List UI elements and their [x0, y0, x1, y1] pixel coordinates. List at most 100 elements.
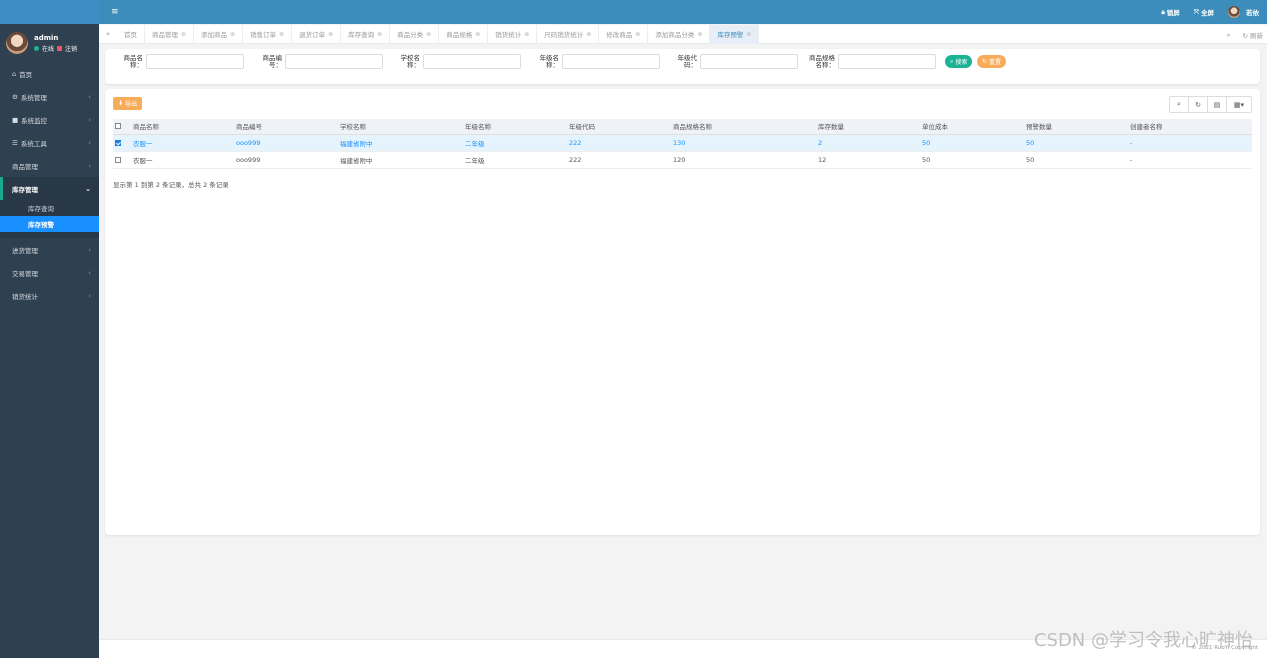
tab-sales-stats[interactable]: 销货统计 ⊗	[488, 24, 538, 44]
close-icon[interactable]: ⊗	[230, 31, 235, 38]
grade-name-input[interactable]	[562, 54, 660, 69]
close-icon[interactable]: ⊗	[377, 31, 382, 38]
sidebar-item-sales-stats[interactable]: 销货统计 ‹	[0, 284, 99, 307]
download-icon: ⬇	[118, 100, 124, 107]
sidebar-item-monitor[interactable]: ■ 系统监控 ‹	[0, 108, 99, 131]
chevron-left-icon: ‹	[88, 291, 91, 300]
sidebar-subitem-stock-query[interactable]: 库存查询	[0, 200, 99, 216]
column-header[interactable]: 商品规格名称	[671, 119, 816, 135]
school-name-input[interactable]	[423, 54, 521, 69]
menu-toggle-icon[interactable]: ≡	[111, 7, 119, 17]
close-icon[interactable]: ⊗	[635, 31, 640, 38]
row-select-cell[interactable]	[113, 151, 131, 169]
tab-return-order[interactable]: 退货订单 ⊗	[292, 24, 342, 44]
row-select-cell[interactable]	[113, 134, 131, 152]
tabs-scroll-left-icon[interactable]: «	[99, 30, 117, 38]
sidebar-item-inventory[interactable]: 库存管理 ⌄	[0, 177, 99, 200]
search-form: 商品名称： 商品编号： 学校名称： 年级名称： 年级代码： 商品规格名称： ⌕ 搜…	[105, 49, 1260, 84]
goods-code-input[interactable]	[285, 54, 383, 69]
export-button[interactable]: ⬇ 导出	[113, 97, 143, 110]
tab-label: 库存查询	[348, 31, 375, 39]
sidebar-logo-area	[0, 0, 99, 24]
home-icon: ⌂	[12, 69, 17, 78]
column-header[interactable]: 库存数量	[816, 119, 920, 135]
lock-screen-button[interactable]: 🔒︎ 锁屏	[1161, 7, 1179, 18]
sidebar-item-goods[interactable]: 商品管理 ‹	[0, 154, 99, 177]
tab-stock-warning[interactable]: 库存预警 ⊗	[710, 24, 760, 44]
tab-label: 销货统计	[495, 31, 522, 39]
sidebar-item-trade[interactable]: 交易管理 ‹	[0, 261, 99, 284]
column-header[interactable]: 预警数量	[1024, 119, 1128, 135]
column-header[interactable]: 年级代码	[567, 119, 671, 135]
chevron-down-icon: ⌄	[85, 184, 91, 193]
toggle-view-button[interactable]: ▤	[1208, 97, 1227, 112]
row-checkbox[interactable]	[115, 156, 121, 163]
avatar[interactable]	[6, 32, 28, 54]
row-checkbox[interactable]	[115, 139, 121, 146]
refresh-icon: ↻	[1242, 31, 1248, 40]
user-menu[interactable]: 若依	[1228, 6, 1259, 18]
tab-sales-order[interactable]: 销售订单 ⊗	[243, 24, 293, 44]
gear-icon: ⚙	[12, 92, 18, 101]
tab-add-goods[interactable]: 添加商品 ⊗	[194, 24, 244, 44]
table-cell: 12	[816, 151, 920, 169]
search-toggle-button[interactable]: ⌕	[1170, 97, 1189, 112]
reset-button[interactable]: ↻ 重置	[977, 55, 1007, 68]
column-header[interactable]: 商品名称	[131, 119, 234, 135]
sidebar-item-tools[interactable]: ☰ 系统工具 ‹	[0, 131, 99, 154]
sidebar-subitem-stock-warning[interactable]: 库存预警	[0, 216, 99, 232]
columns-dropdown-button[interactable]: ▦▾	[1227, 97, 1251, 112]
tab-label: 商品管理	[152, 31, 178, 39]
close-icon[interactable]: ⊗	[279, 31, 284, 38]
user-name: admin	[34, 33, 59, 42]
close-icon[interactable]: ⊗	[328, 31, 333, 38]
sidebar-item-label: 首页	[19, 70, 33, 79]
goods-name-input[interactable]	[146, 54, 244, 69]
avatar	[1228, 6, 1240, 18]
tab-goods-spec[interactable]: 商品规格 ⊗	[439, 24, 489, 44]
sidebar-item-system[interactable]: ⚙ 系统管理 ‹	[0, 85, 99, 108]
tab-label: 商品规格	[446, 31, 473, 39]
tab-size-sales-stats[interactable]: 尺码销货统计 ⊗	[537, 24, 600, 44]
tab-goods-category[interactable]: 商品分类 ⊗	[390, 24, 440, 44]
column-header[interactable]: 年级名称	[463, 119, 567, 135]
tab-goods-manage[interactable]: 商品管理 ⊗	[145, 24, 195, 44]
search-button[interactable]: ⌕ 搜索	[945, 55, 973, 68]
refresh-tab-button[interactable]: ↻ 刷新	[1242, 30, 1263, 40]
user-status: 在线 注销	[34, 44, 77, 53]
refresh-table-button[interactable]: ↻	[1189, 97, 1208, 112]
refresh-icon: ↻	[982, 58, 988, 65]
table-row[interactable]: 衣服一 ooo999 福建省附中 二年级 222 130 2 50 50 -	[113, 134, 1252, 152]
grade-code-input[interactable]	[700, 54, 798, 69]
online-label: 在线	[42, 45, 55, 53]
close-icon[interactable]: ⊗	[697, 31, 702, 38]
sidebar-item-home[interactable]: ⌂ 首页	[0, 62, 99, 85]
select-all-cell[interactable]	[113, 119, 131, 135]
column-header[interactable]: 单位成本	[920, 119, 1024, 135]
fullscreen-button[interactable]: ⤧ 全屏	[1194, 7, 1214, 18]
tab-home[interactable]: 首页	[117, 24, 145, 44]
tabs-scroll-right-icon[interactable]: »	[1226, 31, 1230, 39]
column-header[interactable]: 创建者名称	[1128, 119, 1252, 135]
logout-link[interactable]: 注销	[65, 44, 77, 53]
table-row[interactable]: 衣服一 ooo999 福建省附中 二年级 222 120 12 50 50 -	[113, 151, 1252, 169]
table-cell: 222	[567, 151, 671, 169]
close-icon[interactable]: ⊗	[586, 31, 591, 38]
column-header[interactable]: 学校名称	[338, 119, 463, 135]
logout-icon[interactable]	[57, 45, 63, 51]
close-icon[interactable]: ⊗	[426, 31, 431, 38]
online-dot-icon	[34, 45, 39, 51]
close-icon[interactable]: ⊗	[475, 31, 480, 38]
spec-name-input[interactable]	[838, 54, 936, 69]
sidebar-item-purchase[interactable]: 进货管理 ‹	[0, 238, 99, 261]
close-icon[interactable]: ⊗	[524, 31, 529, 38]
tab-add-category[interactable]: 添加商品分类 ⊗	[648, 24, 711, 44]
close-icon[interactable]: ⊗	[746, 31, 751, 38]
close-icon[interactable]: ⊗	[181, 31, 186, 38]
column-header[interactable]: 商品编号	[234, 119, 338, 135]
select-all-checkbox[interactable]	[115, 123, 121, 130]
tab-stock-query[interactable]: 库存查询 ⊗	[341, 24, 391, 44]
sidebar-item-label: 交易管理	[12, 269, 38, 278]
tab-edit-goods[interactable]: 修改商品 ⊗	[599, 24, 649, 44]
copyright: © 2021 RuoYi Copyright	[1191, 645, 1258, 651]
